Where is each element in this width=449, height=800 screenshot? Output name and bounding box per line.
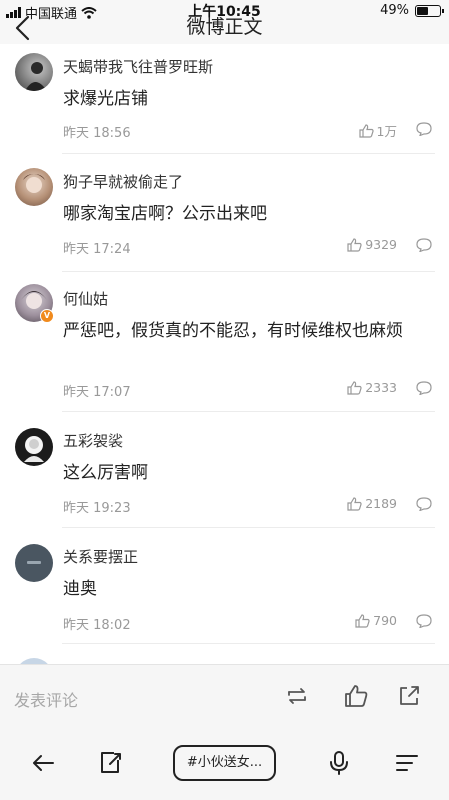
- comment-time: 昨天 18:56: [63, 126, 131, 141]
- like-button[interactable]: 1万: [358, 121, 397, 140]
- comment-text: 这么厉害啊: [63, 463, 148, 483]
- comment-item[interactable]: V 何仙姑 严惩吧，假货真的不能忍，有时候维权也麻烦 昨天 17:07 2333: [0, 272, 449, 412]
- thumbs-up-icon[interactable]: [343, 683, 369, 709]
- avatar[interactable]: [15, 53, 53, 91]
- like-count: 790: [373, 613, 397, 628]
- comment-text: 哪家淘宝店啊？公示出来吧: [63, 204, 267, 224]
- page-title: 微博正文: [186, 16, 263, 38]
- comment-icon[interactable]: [416, 381, 432, 395]
- avatar[interactable]: [15, 544, 53, 582]
- microphone-icon[interactable]: [326, 750, 352, 776]
- comment-icon[interactable]: [416, 122, 432, 136]
- comment-text: 严惩吧，假货真的不能忍，有时候维权也麻烦: [63, 321, 403, 341]
- like-count: 2189: [365, 496, 397, 511]
- comment-bar: 发表评论: [0, 664, 449, 726]
- comment-text: 求爆光店铺: [63, 89, 148, 109]
- thumbs-up-icon: [347, 496, 362, 511]
- browser-toolbar: #小伙送女...: [0, 726, 449, 800]
- comment-item[interactable]: 天蝎带我飞往普罗旺斯 求爆光店铺 昨天 18:56 1万: [0, 44, 449, 154]
- comment-item[interactable]: 狗子早就被偷走了 哪家淘宝店啊？公示出来吧 昨天 17:24 9329: [0, 154, 449, 272]
- thumbs-up-icon: [347, 380, 362, 395]
- comment-time: 昨天 17:07: [63, 385, 131, 400]
- top-bar: 中国联通 上午10:45 49% 微博正文: [0, 0, 449, 44]
- comment-username[interactable]: 关系要摆正: [63, 546, 138, 567]
- menu-icon[interactable]: [394, 750, 420, 776]
- like-button[interactable]: 2333: [347, 380, 397, 395]
- comment-icon[interactable]: [416, 614, 432, 628]
- thumbs-up-icon: [347, 237, 362, 252]
- comment-item[interactable]: 关系要摆正 迪奥 昨天 18:02 790: [0, 528, 449, 644]
- comment-item[interactable]: 五彩袈裟 这么厉害啊 昨天 19:23 2189: [0, 412, 449, 528]
- browser-back-icon[interactable]: [30, 750, 56, 776]
- comment-list: 天蝎带我飞往普罗旺斯 求爆光店铺 昨天 18:56 1万 狗子早就被偷走了 哪家…: [0, 44, 449, 664]
- comment-username[interactable]: 五彩袈裟: [63, 430, 123, 451]
- like-button[interactable]: 9329: [347, 237, 397, 252]
- comment-username[interactable]: 狗子早就被偷走了: [63, 171, 183, 192]
- like-button[interactable]: 2189: [347, 496, 397, 511]
- thumbs-up-icon: [358, 123, 374, 138]
- like-count: 9329: [365, 237, 397, 252]
- like-count: 2333: [365, 380, 397, 395]
- comment-time: 昨天 18:02: [63, 618, 131, 633]
- thumbs-up-icon: [355, 613, 370, 628]
- comment-icon[interactable]: [416, 497, 432, 511]
- avatar[interactable]: [15, 168, 53, 206]
- avatar[interactable]: [15, 428, 53, 466]
- divider: [62, 643, 435, 644]
- comment-time: 昨天 19:23: [63, 501, 131, 516]
- tabs-icon[interactable]: [98, 750, 124, 776]
- verified-badge: V: [40, 309, 54, 323]
- comment-input[interactable]: 发表评论: [14, 687, 78, 711]
- topic-tag-button[interactable]: #小伙送女...: [173, 745, 276, 781]
- comment-time: 昨天 17:24: [63, 242, 131, 257]
- share-icon[interactable]: [396, 683, 422, 709]
- comment-text: 迪奥: [63, 579, 97, 599]
- comment-username[interactable]: 何仙姑: [63, 288, 108, 309]
- like-count: 1万: [376, 124, 397, 139]
- repost-icon[interactable]: [284, 683, 310, 709]
- like-button[interactable]: 790: [355, 613, 397, 628]
- comment-icon[interactable]: [416, 238, 432, 252]
- comment-username[interactable]: 天蝎带我飞往普罗旺斯: [63, 56, 213, 77]
